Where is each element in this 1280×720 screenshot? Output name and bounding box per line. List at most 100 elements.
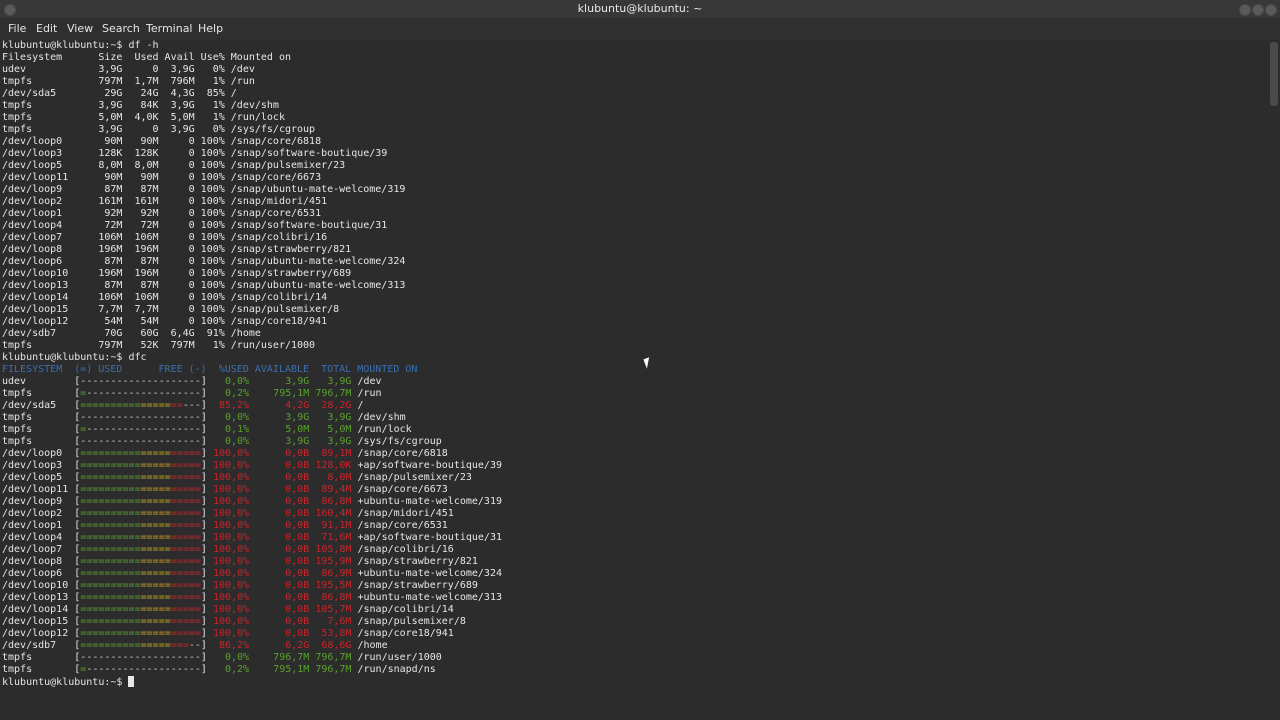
dfc-row: tmpfs [--------------------] 0,0% 796,7M… <box>2 652 442 663</box>
dfc-percent: 0,0% <box>206 412 250 423</box>
dfc-percent: 0,0% <box>206 376 250 387</box>
dfc-row: /dev/loop3 [====================] 100,0%… <box>2 460 502 471</box>
dfc-available: 3,9G <box>249 412 310 423</box>
dfc-row: /dev/loop10 [====================] 100,0… <box>2 580 478 591</box>
title-bar[interactable]: klubuntu@klubuntu: ~ <box>0 0 1280 18</box>
dfc-row: /dev/loop4 [====================] 100,0%… <box>2 532 502 543</box>
dfc-available: 0,0B <box>249 616 310 627</box>
dfc-percent: 100,0% <box>206 604 250 615</box>
df-row: /dev/loop15 7,7M 7,7M 0 100% /snap/pulse… <box>2 304 340 315</box>
menu-terminal[interactable]: Terminal <box>146 22 193 35</box>
dfc-available: 0,0B <box>249 592 310 603</box>
dfc-filesystem: /dev/loop4 <box>2 532 75 543</box>
dfc-mount: /snap/midori/451 <box>351 508 454 519</box>
dfc-mount: /run/user/1000 <box>351 652 442 663</box>
dfc-total: 53,8M <box>309 628 352 639</box>
dfc-row: /dev/loop14 [====================] 100,0… <box>2 604 454 615</box>
dfc-percent: 100,0% <box>206 556 250 567</box>
df-row: /dev/loop10 196M 196M 0 100% /snap/straw… <box>2 268 352 279</box>
dfc-mount: /run <box>351 388 382 399</box>
dfc-filesystem: tmpfs <box>2 652 75 663</box>
close-icon[interactable] <box>1265 4 1277 16</box>
dfc-available: 0,0B <box>249 496 310 507</box>
dfc-percent: 0,2% <box>206 388 250 399</box>
dfc-available: 6,2G <box>249 640 310 651</box>
dfc-filesystem: /dev/loop11 <box>2 484 75 495</box>
menu-file[interactable]: File <box>8 22 26 35</box>
df-row: /dev/loop14 106M 106M 0 100% /snap/colib… <box>2 292 328 303</box>
window-menu-icon[interactable] <box>4 4 16 16</box>
dfc-available: 3,9G <box>249 436 310 447</box>
dfc-filesystem: tmpfs <box>2 412 75 423</box>
dfc-total: 195,5M <box>309 580 352 591</box>
dfc-percent: 100,0% <box>206 592 250 603</box>
dfc-mount: /snap/strawberry/821 <box>351 556 478 567</box>
dfc-percent: 0,0% <box>206 436 250 447</box>
df-row: /dev/loop7 106M 106M 0 100% /snap/colibr… <box>2 232 328 243</box>
scrollbar-thumb[interactable] <box>1270 42 1278 106</box>
menu-view[interactable]: View <box>67 22 93 35</box>
dfc-filesystem: /dev/loop10 <box>2 580 75 591</box>
dfc-available: 0,0B <box>249 556 310 567</box>
dfc-percent: 100,0% <box>206 532 250 543</box>
dfc-row: /dev/loop8 [====================] 100,0%… <box>2 556 478 567</box>
menu-edit[interactable]: Edit <box>36 22 57 35</box>
menu-help[interactable]: Help <box>198 22 223 35</box>
dfc-mount: / <box>351 400 364 411</box>
dfc-mount: /snap/pulsemixer/23 <box>351 472 472 483</box>
dfc-percent: 100,0% <box>206 544 250 555</box>
scrollbar[interactable] <box>1268 40 1280 720</box>
dfc-mount: /run/snapd/ns <box>351 664 436 675</box>
dfc-header: FILESYSTEM (=) USED FREE (-) %USED AVAIL… <box>2 364 418 375</box>
dfc-row: /dev/loop6 [====================] 100,0%… <box>2 568 502 579</box>
dfc-filesystem: tmpfs <box>2 424 75 435</box>
dfc-filesystem: /dev/loop13 <box>2 592 75 603</box>
dfc-percent: 100,0% <box>206 616 250 627</box>
dfc-mount: /run/lock <box>351 424 412 435</box>
dfc-available: 0,0B <box>249 628 310 639</box>
dfc-filesystem: /dev/loop5 <box>2 472 75 483</box>
menu-search[interactable]: Search <box>102 22 140 35</box>
dfc-filesystem: /dev/loop0 <box>2 448 75 459</box>
dfc-filesystem: /dev/loop14 <box>2 604 75 615</box>
dfc-row: udev [--------------------] 0,0% 3,9G 3,… <box>2 376 382 387</box>
dfc-filesystem: /dev/loop1 <box>2 520 75 531</box>
dfc-filesystem: /dev/loop15 <box>2 616 75 627</box>
dfc-percent: 86,2% <box>206 640 250 651</box>
dfc-total: 86,9M <box>309 568 352 579</box>
dfc-percent: 100,0% <box>206 472 250 483</box>
dfc-row: tmpfs [--------------------] 0,0% 3,9G 3… <box>2 436 442 447</box>
dfc-mount: +ubuntu-mate-welcome/324 <box>351 568 502 579</box>
dfc-filesystem: /dev/loop2 <box>2 508 75 519</box>
df-row: /dev/sdb7 70G 60G 6,4G 91% /home <box>2 328 261 339</box>
terminal-output[interactable]: klubuntu@klubuntu:~$ df -h Filesystem Si… <box>0 40 1268 720</box>
df-header: Filesystem Size Used Avail Use% Mounted … <box>2 52 291 63</box>
df-row: tmpfs 3,9G 0 3,9G 0% /sys/fs/cgroup <box>2 124 316 135</box>
dfc-mount: /snap/core18/941 <box>351 628 454 639</box>
minimize-icon[interactable] <box>1239 4 1251 16</box>
command-df: df -h <box>128 40 159 51</box>
dfc-mount: +ubuntu-mate-welcome/319 <box>351 496 502 507</box>
dfc-row: /dev/loop2 [====================] 100,0%… <box>2 508 454 519</box>
dfc-filesystem: /dev/sda5 <box>2 400 75 411</box>
dfc-available: 5,0M <box>249 424 310 435</box>
dfc-percent: 100,0% <box>206 520 250 531</box>
dfc-total: 8,0M <box>309 472 352 483</box>
dfc-mount: /snap/core/6673 <box>351 484 448 495</box>
dfc-row: /dev/loop15 [====================] 100,0… <box>2 616 466 627</box>
dfc-available: 0,0B <box>249 604 310 615</box>
df-row: /dev/loop6 87M 87M 0 100% /snap/ubuntu-m… <box>2 256 406 267</box>
dfc-row: tmpfs [=-------------------] 0,2% 795,1M… <box>2 664 436 675</box>
df-row: /dev/loop2 161M 161M 0 100% /snap/midori… <box>2 196 328 207</box>
df-row: /dev/loop9 87M 87M 0 100% /snap/ubuntu-m… <box>2 184 406 195</box>
dfc-available: 795,1M <box>249 388 310 399</box>
command-dfc: dfc <box>128 352 147 363</box>
dfc-available: 4,2G <box>249 400 310 411</box>
dfc-total: 105,8M <box>309 544 352 555</box>
dfc-filesystem: /dev/loop6 <box>2 568 75 579</box>
dfc-mount: +ap/software-boutique/39 <box>351 460 502 471</box>
maximize-icon[interactable] <box>1252 4 1264 16</box>
dfc-row: /dev/loop0 [====================] 100,0%… <box>2 448 448 459</box>
dfc-total: 89,4M <box>309 484 352 495</box>
df-row: /dev/loop5 8,0M 8,0M 0 100% /snap/pulsem… <box>2 160 346 171</box>
